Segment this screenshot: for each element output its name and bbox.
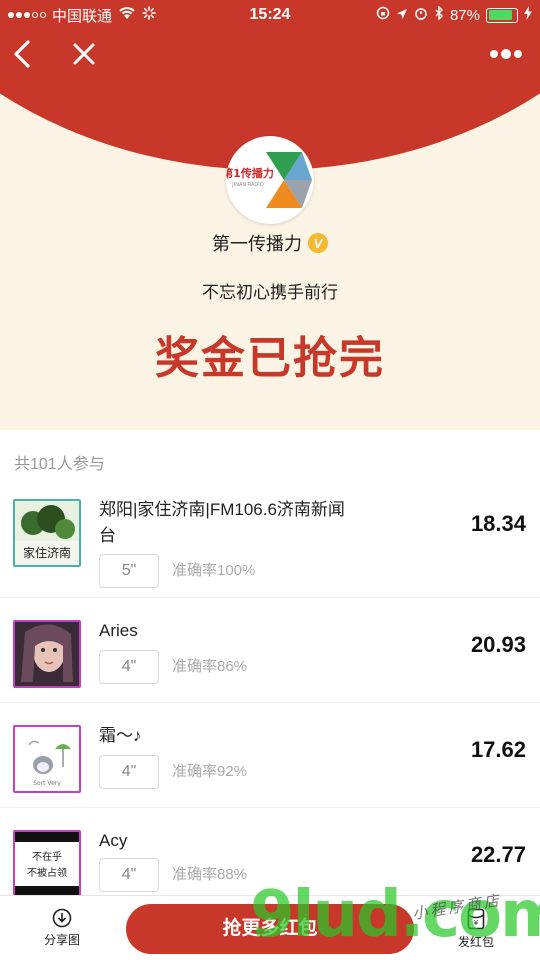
avatar xyxy=(13,620,81,688)
svg-text:不被占领: 不被占领 xyxy=(27,866,67,879)
prize-amount: 18.34 xyxy=(470,511,526,536)
svg-text:家住济南: 家住济南 xyxy=(23,545,71,560)
publisher-name: 第一传播力 xyxy=(212,234,302,254)
svg-text:¥: ¥ xyxy=(474,919,479,927)
battery-icon xyxy=(486,7,518,23)
red-packet-icon: ¥ xyxy=(467,908,485,930)
torn-paper-edge xyxy=(0,395,540,423)
publisher-avatar[interactable]: 第1传播力 JINAN RADIO xyxy=(226,136,314,224)
wifi-icon xyxy=(118,6,136,24)
download-circle-icon xyxy=(52,908,72,928)
answer-time: 5" xyxy=(99,554,159,588)
rotation-lock-icon xyxy=(376,6,390,24)
publisher-name-row: 第一传播力 V xyxy=(0,230,540,256)
more-dots-icon xyxy=(490,49,522,59)
location-icon xyxy=(396,7,408,24)
verified-badge-icon: V xyxy=(308,233,328,253)
accuracy-label: 准确率92% xyxy=(172,763,248,780)
answer-time: 4" xyxy=(99,858,159,892)
share-image-button[interactable]: 分享图 xyxy=(30,908,94,948)
signal-icon xyxy=(8,12,46,18)
chevron-left-icon xyxy=(14,40,30,68)
participant-name: 郑阳|家住济南|FM106.6济南新闻台 xyxy=(99,500,345,545)
battery-percent: 87% xyxy=(449,6,480,24)
accuracy-label: 准确率88% xyxy=(172,866,248,883)
send-red-packet-label: 发红包 xyxy=(457,935,494,949)
share-image-label: 分享图 xyxy=(43,933,80,947)
logo-text: 第1传播力 xyxy=(226,166,274,180)
participant-name: Acy xyxy=(99,831,128,850)
headline: 奖金已抢完 xyxy=(155,334,385,383)
avatar: 家住济南 xyxy=(13,499,81,567)
status-bar: 中国联通 15:24 87% xyxy=(0,0,540,30)
list-item[interactable]: Sort Very 霜～♪ 4" 准确率92% 17.62 xyxy=(0,703,540,808)
answer-time: 4" xyxy=(99,650,159,684)
prize-amount: 20.93 xyxy=(470,632,526,657)
alarm-icon xyxy=(414,6,428,24)
slogan: 不忘初心携手前行 xyxy=(202,283,338,302)
close-button[interactable] xyxy=(64,36,104,72)
send-red-packet-button[interactable]: ¥ 发红包 xyxy=(444,908,508,950)
prize-amount: 17.62 xyxy=(470,737,526,762)
avatar: Sort Very xyxy=(13,725,81,793)
more-button[interactable] xyxy=(486,36,526,72)
carrier-label: 中国联通 xyxy=(52,7,113,25)
logo-subtext: JINAN RADIO xyxy=(231,182,263,188)
participant-name: Aries xyxy=(99,621,138,640)
close-icon xyxy=(73,43,95,65)
avatar: 不在乎 不被占领 xyxy=(13,830,81,898)
list-item[interactable]: 家住济南 郑阳|家住济南|FM106.6济南新闻台 5" 准确率100% 18.… xyxy=(0,493,540,598)
participant-name: 霜～♪ xyxy=(99,726,142,745)
loading-icon xyxy=(142,6,156,24)
accuracy-label: 准确率86% xyxy=(172,658,248,675)
participants-count: 共101人参与 xyxy=(14,456,105,473)
grab-more-button[interactable]: 抢更多红包 xyxy=(126,904,414,954)
accuracy-label: 准确率100% xyxy=(172,562,256,579)
charging-icon xyxy=(524,6,532,24)
prize-amount: 22.77 xyxy=(470,842,526,867)
svg-text:不在乎: 不在乎 xyxy=(32,851,62,863)
bluetooth-icon xyxy=(434,5,444,24)
list-item[interactable]: Aries 4" 准确率86% 20.93 xyxy=(0,598,540,703)
radio-logo-icon: 第1传播力 JINAN RADIO xyxy=(226,152,312,208)
bottom-bar: 分享图 抢更多红包 ¥ 发红包 xyxy=(0,895,540,960)
svg-text:Sort Very: Sort Very xyxy=(33,780,61,787)
answer-time: 4" xyxy=(99,755,159,789)
back-button[interactable] xyxy=(2,36,42,72)
